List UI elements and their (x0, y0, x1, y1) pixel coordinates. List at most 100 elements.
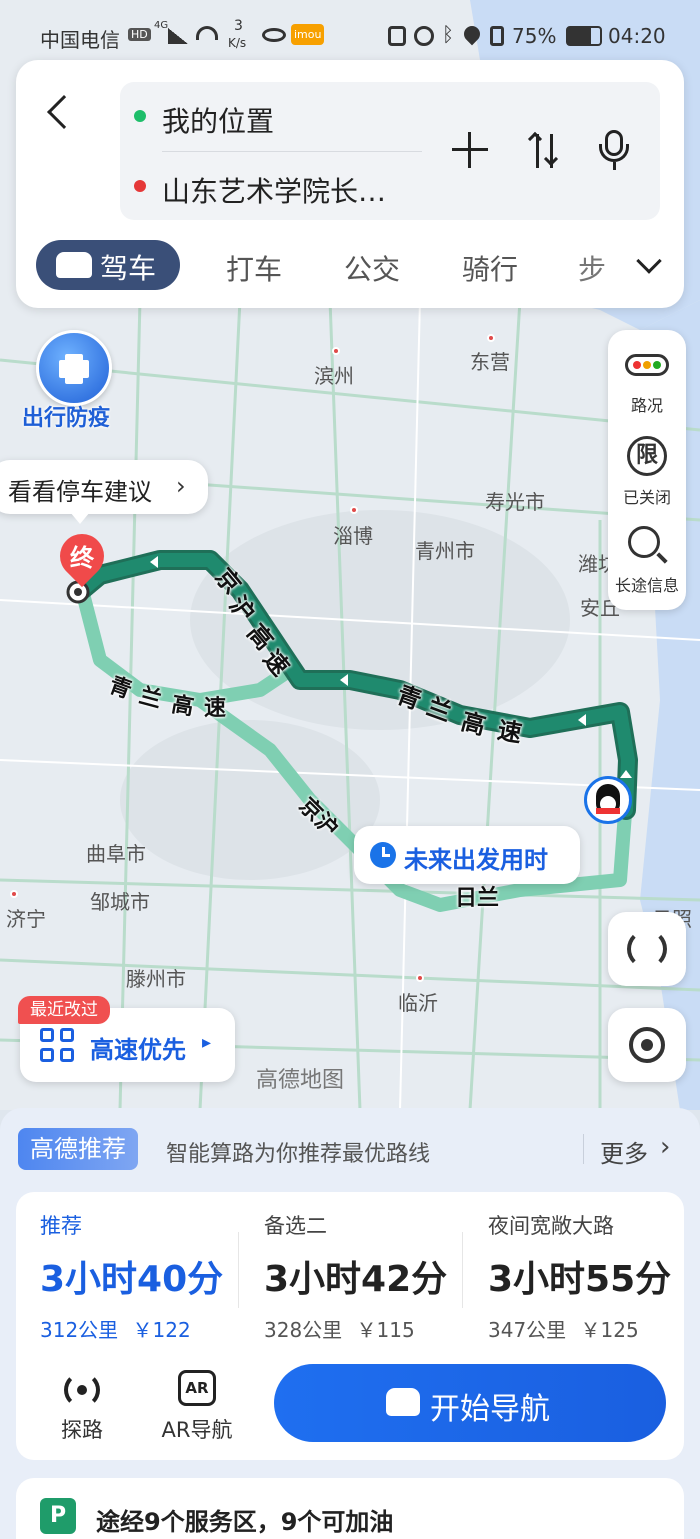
ar-nav-button[interactable]: AR AR导航 (154, 1366, 240, 1446)
car-icon (56, 252, 92, 278)
chevron-down-icon (636, 248, 662, 274)
wifi-icon (196, 26, 218, 40)
long-trip-label: 长途信息 (614, 576, 679, 595)
future-departure-button[interactable]: 未来出发用时 (354, 826, 580, 884)
map-watermark: 高德地图 (256, 1068, 345, 1093)
route-distance-cost: 347公里 ￥125 (488, 1314, 671, 1343)
carrier: 中国电信 (40, 28, 120, 52)
origin-input[interactable]: 我的位置 (162, 100, 274, 140)
car-icon (386, 1388, 420, 1416)
city-dot (487, 334, 495, 342)
route-duration: 3小时55分 (488, 1259, 672, 1300)
preference-label: 高速优先 (90, 1036, 186, 1064)
explore-button[interactable]: 探路 (44, 1366, 120, 1446)
route-distance: 312公里 (40, 1318, 119, 1342)
signal-icon (168, 28, 188, 44)
location-icon (460, 22, 484, 46)
route-cost: ￥125 (580, 1318, 639, 1342)
refresh-route-button[interactable] (608, 912, 686, 986)
alarm-icon (414, 26, 434, 46)
long-trip-info[interactable]: 长途信息 (608, 520, 686, 610)
app-badge: imou (291, 24, 325, 45)
mode-tab-transit[interactable]: 公交 (344, 248, 400, 288)
epidemic-button[interactable]: 出行防疫 (20, 330, 130, 431)
service-area-card[interactable]: P 途经9个服务区，9个可加油 (16, 1478, 684, 1539)
parking-tip-bubble[interactable]: 看看停车建议 › (0, 460, 208, 514)
city-dot (10, 890, 18, 898)
expand-modes-button[interactable] (630, 246, 670, 286)
route-option-recommended[interactable]: 推荐 3小时40分 312公里 ￥122 (40, 1210, 223, 1343)
battery-percent: 75% (512, 24, 557, 48)
route-option-alt2[interactable]: 备选二 3小时42分 328公里 ￥115 (264, 1210, 447, 1343)
caret-right-icon: ▸ (202, 1032, 212, 1053)
epidemic-label: 出行防疫 (22, 406, 111, 431)
explore-label: 探路 (61, 1418, 103, 1442)
mode-tab-bike[interactable]: 骑行 (462, 248, 518, 288)
service-info-text: 途经9个服务区，9个可加油 (96, 1508, 394, 1536)
chevron-right-icon: › (660, 1132, 671, 1162)
mode-tab-label: 驾车 (100, 252, 157, 285)
route-distance-cost: 312公里 ￥122 (40, 1314, 223, 1343)
road-label: 速 (204, 696, 227, 721)
voice-button[interactable] (592, 126, 636, 174)
grid-icon (40, 1028, 76, 1064)
city-label: 曲阜市 (86, 842, 146, 866)
locate-me-button[interactable] (608, 1008, 686, 1082)
map-side-controls: 路况 限 已关闭 长途信息 (608, 330, 686, 610)
destination-input[interactable]: 山东艺术学院长… (162, 170, 386, 210)
restriction-toggle[interactable]: 限 已关闭 (608, 426, 686, 516)
future-departure-label: 未来出发用时 (404, 846, 548, 874)
restriction-label: 已关闭 (622, 488, 671, 507)
divider (162, 151, 422, 152)
ar-icon: AR (178, 1370, 216, 1406)
battery-icon (566, 26, 602, 46)
city-dot (416, 974, 424, 982)
city-label: 济宁 (6, 907, 46, 931)
start-navigation-button[interactable]: 开始导航 (274, 1364, 666, 1442)
route-distance-cost: 328公里 ￥115 (264, 1314, 447, 1343)
route-search-card: 我的位置 山东艺术学院长… 驾车 打车 公交 骑行 步 (16, 60, 684, 308)
origin-dot (134, 110, 146, 122)
search-icon (628, 526, 660, 558)
route-inputs: 我的位置 山东艺术学院长… (120, 82, 660, 220)
city-label: 临沂 (398, 991, 438, 1015)
recommend-badge: 高德推荐 (18, 1128, 138, 1170)
route-distance: 347公里 (488, 1318, 567, 1342)
back-button[interactable] (36, 84, 86, 144)
route-duration: 3小时42分 (264, 1259, 448, 1300)
traffic-toggle[interactable]: 路况 (608, 330, 686, 420)
city-label: 滕州市 (126, 967, 186, 991)
route-distance: 328公里 (264, 1318, 343, 1342)
city-label: 东营 (470, 350, 510, 374)
route-option-night[interactable]: 夜间宽敞大路 3小时55分 347公里 ￥125 (488, 1210, 671, 1343)
nfc-icon (388, 26, 406, 46)
route-tag: 推荐 (40, 1214, 82, 1238)
ar-nav-label: AR导航 (161, 1418, 233, 1442)
mode-tab-taxi[interactable]: 打车 (226, 248, 282, 288)
eye-icon (262, 28, 286, 42)
speed-unit: K/s (228, 36, 247, 50)
restriction-icon: 限 (627, 436, 667, 476)
network-type: 4G (154, 20, 169, 31)
city-label: 青州市 (415, 539, 475, 563)
road-label: 日兰 (455, 886, 500, 911)
city-label: 滨州 (314, 364, 354, 388)
recently-changed-badge: 最近改过 (18, 996, 110, 1024)
city-label: 邹城市 (90, 890, 150, 914)
add-waypoint-button[interactable] (448, 128, 492, 172)
route-tag: 夜间宽敞大路 (488, 1214, 614, 1238)
route-duration: 3小时40分 (40, 1259, 224, 1300)
more-label: 更多 (600, 1140, 648, 1168)
more-routes-button[interactable]: 更多 › (600, 1132, 684, 1168)
swap-button[interactable] (524, 128, 568, 172)
hd-badge: HD (128, 28, 151, 41)
destination-dot (134, 180, 146, 192)
mode-tab-walk[interactable]: 步 (578, 248, 606, 288)
route-cost: ￥115 (356, 1318, 415, 1342)
route-tag: 备选二 (264, 1214, 327, 1238)
mode-tab-drive[interactable]: 驾车 (36, 240, 180, 290)
traffic-label: 路况 (630, 396, 663, 415)
start-navigation-label: 开始导航 (430, 1392, 550, 1427)
recommend-text: 智能算路为你推荐最优路线 (166, 1142, 431, 1167)
route-cost: ￥122 (132, 1318, 191, 1342)
